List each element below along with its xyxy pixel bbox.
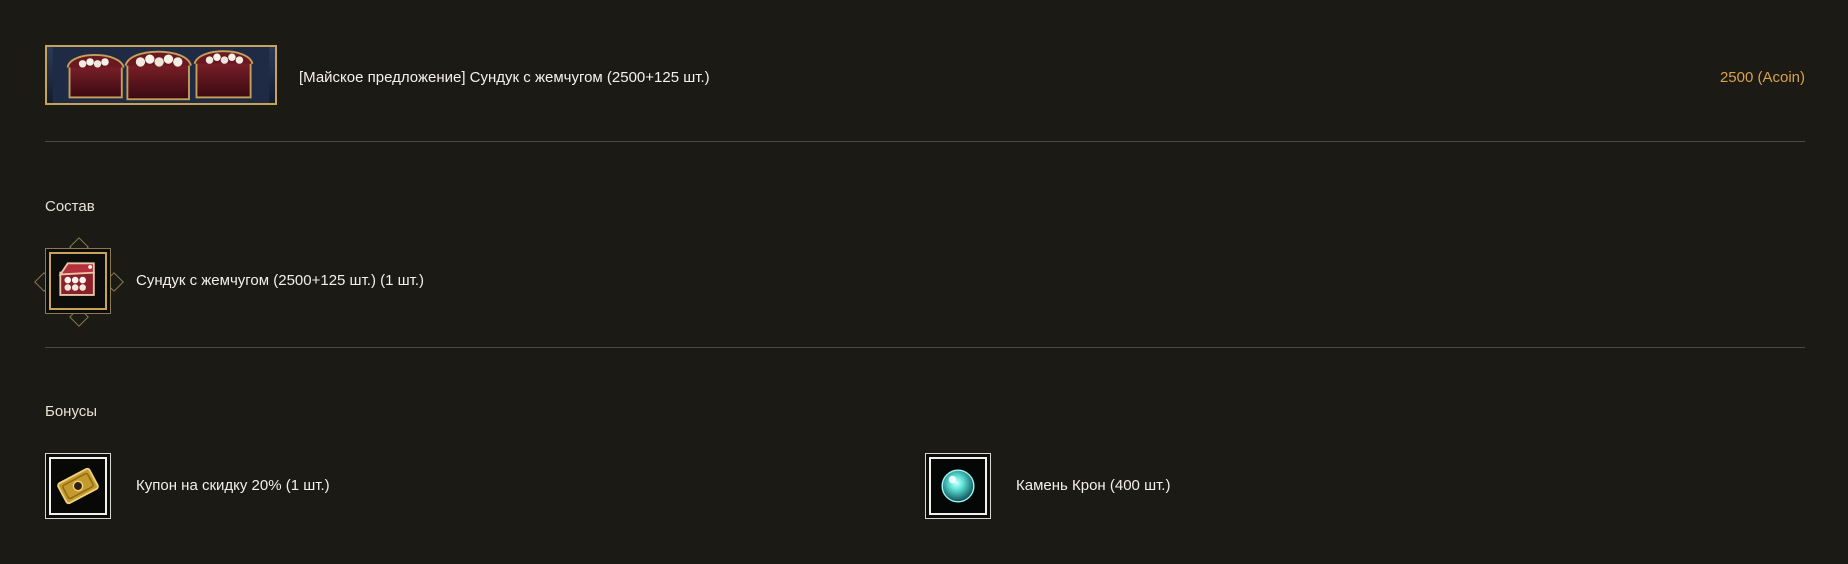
bonus-item: Купон на скидку 20% (1 шт.) — [45, 453, 845, 523]
bonus-item-frame — [925, 453, 991, 519]
crown-stone-icon — [931, 459, 985, 513]
product-thumbnail — [45, 45, 277, 105]
bonus-item-icon-wrap — [45, 453, 111, 519]
bonus-item-inner — [929, 457, 987, 515]
pearl-chest-image — [52, 47, 270, 103]
composition-item-frame — [45, 248, 111, 314]
bonus-item-icon-wrap — [925, 453, 991, 519]
divider-middle — [45, 347, 1805, 348]
product-price: 2500 (Acoin) — [1719, 69, 1805, 86]
composition-item-label: Сундук с жемчугом (2500+125 шт.) (1 шт.) — [136, 272, 425, 289]
bonus-item-label: Камень Крон (400 шт.) — [1016, 477, 1171, 494]
bonus-item-frame — [45, 453, 111, 519]
bonus-item-inner — [49, 457, 107, 515]
composition-title: Состав — [45, 198, 95, 215]
bonus-item: Камень Крон (400 шт.) — [925, 453, 1725, 523]
bonuses-title: Бонусы — [45, 403, 98, 420]
product-row: [Майское предложение] Сундук с жемчугом … — [45, 45, 1805, 111]
bonus-item-label: Купон на скидку 20% (1 шт.) — [136, 477, 330, 494]
product-title: [Майское предложение] Сундук с жемчугом … — [299, 69, 710, 86]
pearl-chest-icon — [51, 254, 105, 308]
composition-item-inner — [49, 252, 107, 310]
composition-item-icon-wrap — [34, 237, 124, 327]
composition-item: Сундук с жемчугом (2500+125 шт.) (1 шт.) — [34, 237, 845, 327]
divider-top — [45, 141, 1805, 142]
discount-coupon-icon — [51, 459, 105, 513]
